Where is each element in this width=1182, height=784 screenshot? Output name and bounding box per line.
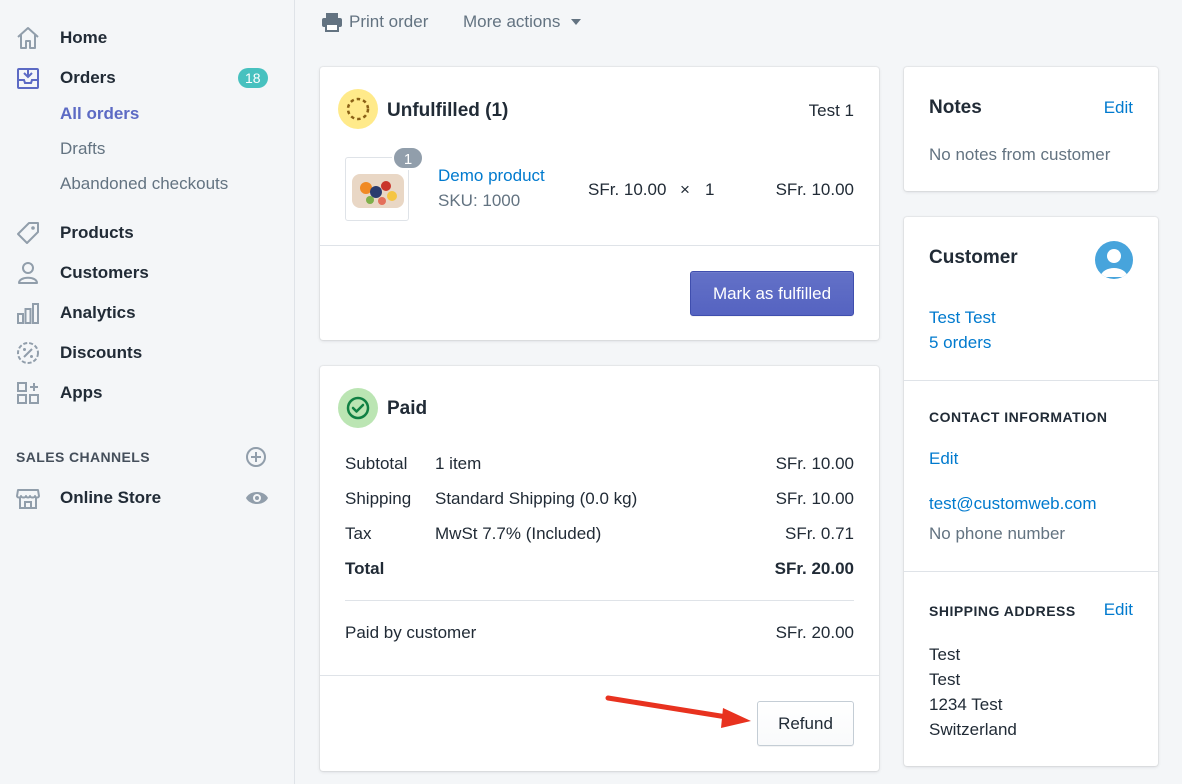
quantity-badge: 1 <box>392 146 424 170</box>
sidebar-item-apps[interactable]: Apps <box>0 375 295 411</box>
sidebar: Home Orders 18 All orders Drafts Abandon… <box>0 0 295 784</box>
sidebar-item-orders[interactable]: Orders 18 <box>0 60 295 96</box>
sidebar-item-label: Customers <box>60 263 149 282</box>
contact-information-heading: CONTACT INFORMATION <box>929 409 1108 425</box>
unfulfilled-title: Unfulfilled (1) <box>387 100 509 121</box>
total-amount: SFr. 20.00 <box>774 559 854 578</box>
contact-edit-link[interactable]: Edit <box>929 449 958 469</box>
print-order-button[interactable]: Print order <box>321 10 428 34</box>
times-sign: × <box>680 180 690 199</box>
address-line: Switzerland <box>929 720 1017 739</box>
person-icon <box>14 259 42 287</box>
sidebar-item-discounts[interactable]: Discounts <box>0 335 295 371</box>
customer-title: Customer <box>929 247 1018 268</box>
sidebar-subitem-drafts[interactable]: Drafts <box>60 139 105 159</box>
tax-label: Tax <box>345 524 372 543</box>
paid-by-customer-label: Paid by customer <box>345 623 477 642</box>
customer-orders-link[interactable]: 5 orders <box>929 333 991 353</box>
paid-by-customer-amount: SFr. 20.00 <box>775 623 854 642</box>
sidebar-item-label: Home <box>60 28 108 47</box>
divider <box>320 245 879 246</box>
notes-edit-link[interactable]: Edit <box>1104 98 1133 118</box>
product-name-link[interactable]: Demo product <box>438 166 545 186</box>
bar-chart-icon <box>14 299 42 327</box>
refund-button[interactable]: Refund <box>757 701 854 746</box>
subtotal-desc: 1 item <box>435 454 482 473</box>
sidebar-item-label: Products <box>60 223 134 242</box>
tax-desc: MwSt 7.7% (Included) <box>435 524 602 543</box>
orders-count-badge: 18 <box>238 68 268 88</box>
notes-text: No notes from customer <box>929 145 1111 164</box>
sales-channels-heading: SALES CHANNELS <box>16 449 150 465</box>
discount-icon <box>14 339 42 367</box>
avatar[interactable] <box>1095 241 1133 279</box>
unfulfilled-card: Unfulfilled (1) Test 1 1 Demo product SK… <box>320 67 879 340</box>
total-label: Total <box>345 559 385 578</box>
add-sales-channel-icon[interactable] <box>245 446 267 468</box>
home-icon <box>14 24 42 52</box>
paid-title: Paid <box>387 398 428 419</box>
divider <box>320 675 879 676</box>
sidebar-subitem-all-orders[interactable]: All orders <box>60 104 139 124</box>
orders-icon <box>14 64 42 92</box>
print-order-label: Print order <box>349 12 429 31</box>
shipping-amount: SFr. 10.00 <box>775 489 854 508</box>
customer-name-link[interactable]: Test Test <box>929 308 996 328</box>
customer-card: Customer Test Test 5 orders CONTACT INFO… <box>904 217 1158 766</box>
more-actions-label: More actions <box>463 12 561 31</box>
product-line-total: SFr. 10.00 <box>775 180 854 199</box>
mark-as-fulfilled-button[interactable]: Mark as fulfilled <box>690 271 854 316</box>
notes-title: Notes <box>929 97 982 118</box>
divider <box>345 600 854 601</box>
more-actions-button[interactable]: More actions <box>463 10 582 34</box>
apps-icon <box>14 379 42 407</box>
address-line: Test <box>929 645 961 664</box>
shipping-address-edit-link[interactable]: Edit <box>1104 600 1133 620</box>
sidebar-item-customers[interactable]: Customers <box>0 255 295 291</box>
sidebar-item-products[interactable]: Products <box>0 215 295 251</box>
shipping-desc: Standard Shipping (0.0 kg) <box>435 489 638 508</box>
subtotal-amount: SFr. 10.00 <box>775 454 854 473</box>
sidebar-item-label: Online Store <box>60 488 162 507</box>
annotation-arrow-icon <box>605 695 751 728</box>
sidebar-item-label: Discounts <box>60 343 143 362</box>
caret-down-icon <box>571 19 582 25</box>
printer-icon <box>322 13 342 32</box>
customer-email-link[interactable]: test@customweb.com <box>929 494 1096 514</box>
product-sku: SKU: 1000 <box>438 191 521 210</box>
eye-icon[interactable] <box>245 488 269 508</box>
sidebar-item-home[interactable]: Home <box>0 20 295 56</box>
subtotal-label: Subtotal <box>345 454 408 473</box>
shipping-address-heading: SHIPPING ADDRESS <box>929 603 1076 619</box>
sidebar-subitem-abandoned-checkouts[interactable]: Abandoned checkouts <box>60 174 228 194</box>
tax-amount: SFr. 0.71 <box>785 524 854 543</box>
shipping-label: Shipping <box>345 489 412 508</box>
sidebar-item-label: Apps <box>60 383 103 402</box>
paid-status-icon <box>338 388 378 428</box>
tag-icon <box>14 219 42 247</box>
divider <box>904 571 1158 572</box>
product-unit-price: SFr. 10.00 <box>588 180 667 199</box>
product-quantity: 1 <box>705 180 715 199</box>
address-line: Test <box>929 670 961 689</box>
store-icon <box>14 484 42 512</box>
unfulfilled-status-icon <box>338 89 378 129</box>
sidebar-item-label: Orders <box>60 68 116 87</box>
sidebar-item-analytics[interactable]: Analytics <box>0 295 295 331</box>
fulfillment-location: Test 1 <box>808 101 854 120</box>
address-line: 1234 Test <box>929 695 1003 714</box>
divider <box>904 380 1158 381</box>
customer-phone: No phone number <box>929 524 1066 543</box>
paid-card: Paid Subtotal 1 item SFr. 10.00 Shipping… <box>320 366 879 771</box>
sidebar-item-label: Analytics <box>60 303 136 322</box>
notes-card: Notes Edit No notes from customer <box>904 67 1158 191</box>
